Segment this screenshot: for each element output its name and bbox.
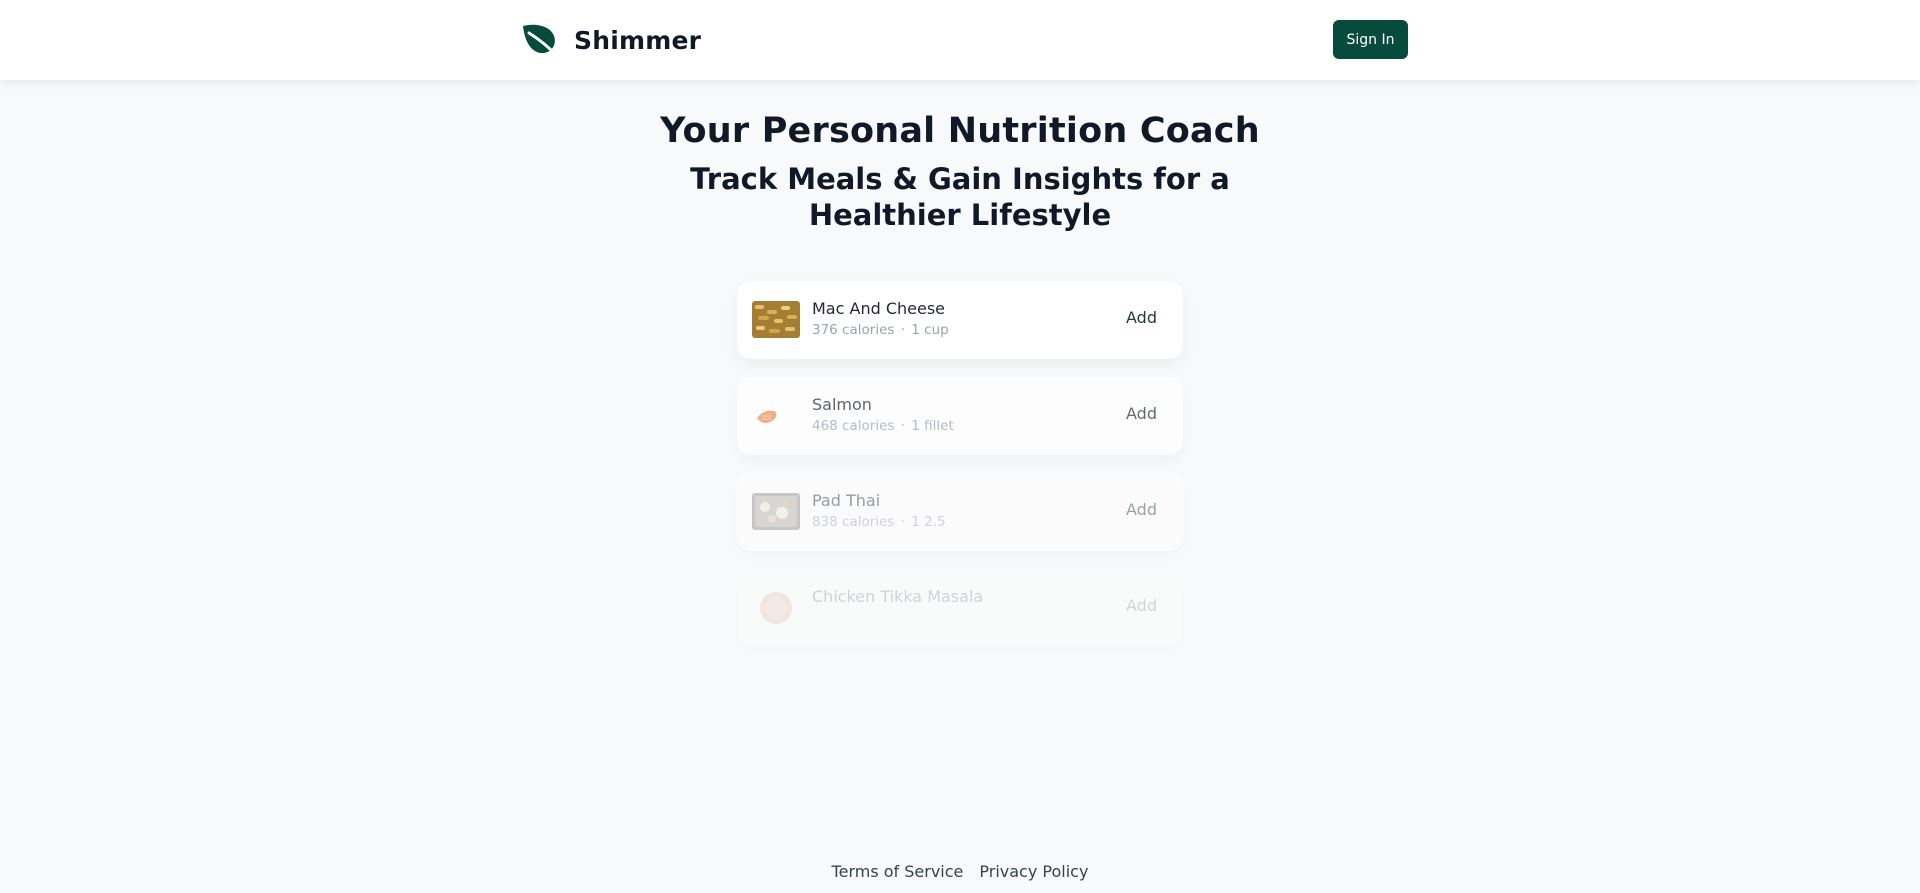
page-title: Your Personal Nutrition Coach <box>660 111 1260 151</box>
food-name: Salmon <box>812 395 872 414</box>
hero-section: Your Personal Nutrition Coach Track Meal… <box>0 105 1920 233</box>
food-card-chicken-tikka-masala: Chicken Tikka Masala Add <box>737 569 1183 647</box>
food-meta: 838 calories · 1 2.5 <box>812 514 946 530</box>
brand-link[interactable]: Shimmer <box>520 21 701 59</box>
food-serving: 1 cup <box>911 322 949 338</box>
chicken-tikka-masala-image <box>752 589 800 626</box>
food-meta: 376 calories · 1 cup <box>812 322 949 338</box>
pad-thai-image <box>752 493 800 530</box>
food-card-pad-thai: Pad Thai 838 calories · 1 2.5 Add <box>737 473 1183 551</box>
leaf-icon <box>520 22 560 58</box>
add-salmon-button[interactable]: Add <box>1126 404 1157 423</box>
food-list: Mac And Cheese 376 calories · 1 cup Add … <box>737 281 1183 665</box>
site-header: Shimmer Sign In <box>0 0 1920 80</box>
food-name: Pad Thai <box>812 491 881 510</box>
food-card-salmon: Salmon 468 calories · 1 fillet Add <box>737 377 1183 455</box>
site-footer: Terms of Service Privacy Policy <box>0 862 1920 881</box>
add-mac-and-cheese-button[interactable]: Add <box>1126 308 1157 327</box>
food-meta: 468 calories · 1 fillet <box>812 418 954 434</box>
food-calories: 838 calories <box>812 514 895 530</box>
food-calories: 376 calories <box>812 322 895 338</box>
sign-in-button[interactable]: Sign In <box>1333 20 1408 59</box>
salmon-image <box>752 397 800 434</box>
food-serving: 1 2.5 <box>911 514 946 530</box>
page-subtitle: Track Meals & Gain Insights for a Health… <box>690 162 1230 232</box>
food-name: Mac And Cheese <box>812 299 945 318</box>
mac-and-cheese-image <box>752 301 800 338</box>
food-name: Chicken Tikka Masala <box>812 587 984 606</box>
food-calories: 468 calories <box>812 418 895 434</box>
brand-name: Shimmer <box>574 25 702 55</box>
food-card-mac-and-cheese: Mac And Cheese 376 calories · 1 cup Add <box>737 281 1183 359</box>
add-pad-thai-button[interactable]: Add <box>1126 500 1157 519</box>
food-serving: 1 fillet <box>911 418 954 434</box>
add-chicken-tikka-masala-button[interactable]: Add <box>1126 596 1157 615</box>
privacy-policy-link[interactable]: Privacy Policy <box>979 862 1088 881</box>
terms-of-service-link[interactable]: Terms of Service <box>832 862 964 881</box>
